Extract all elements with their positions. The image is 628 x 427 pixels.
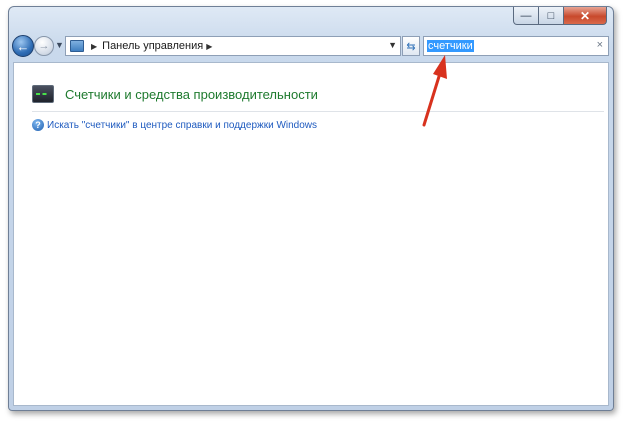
- close-button[interactable]: ✕: [564, 7, 607, 25]
- divider: [32, 111, 604, 112]
- explorer-window: — □ ✕ ← → ▼ ▶ Панель управления ▶ ▼ ⇆ сч…: [8, 6, 614, 411]
- results-pane: Счетчики и средства производительности ?…: [13, 62, 609, 406]
- help-search-link[interactable]: Искать "счетчики" в центре справки и под…: [47, 120, 317, 131]
- refresh-button[interactable]: ⇆: [402, 36, 420, 56]
- clear-search-icon[interactable]: ×: [597, 39, 603, 51]
- address-dropdown-icon[interactable]: ▼: [388, 40, 397, 50]
- breadcrumb-chevron-icon[interactable]: ▶: [206, 42, 212, 51]
- navigation-bar: ← → ▼ ▶ Панель управления ▶ ▼ ⇆ счетчики…: [9, 35, 613, 59]
- help-search-row[interactable]: ? Искать "счетчики" в центре справки и п…: [32, 119, 317, 131]
- address-bar[interactable]: ▶ Панель управления ▶ ▼: [65, 36, 401, 56]
- breadcrumb-control-panel[interactable]: Панель управления: [102, 40, 203, 52]
- help-icon: ?: [32, 119, 44, 131]
- performance-monitor-icon: [32, 85, 54, 103]
- forward-arrow-icon: →: [38, 40, 50, 52]
- maximize-button[interactable]: □: [539, 7, 564, 25]
- history-dropdown-icon[interactable]: ▼: [55, 40, 64, 50]
- search-input[interactable]: счетчики: [427, 40, 474, 52]
- minimize-button[interactable]: —: [513, 7, 539, 25]
- caption-buttons: — □ ✕: [513, 7, 607, 25]
- search-result-item[interactable]: Счетчики и средства производительности: [32, 85, 318, 103]
- back-arrow-icon: ←: [16, 38, 30, 54]
- forward-button[interactable]: →: [34, 36, 54, 56]
- refresh-icon: ⇆: [406, 40, 416, 53]
- search-box[interactable]: счетчики ×: [423, 36, 609, 56]
- result-title-link[interactable]: Счетчики и средства производительности: [65, 87, 318, 102]
- breadcrumb-chevron-icon[interactable]: ▶: [91, 42, 97, 51]
- control-panel-icon: [70, 40, 84, 52]
- back-button[interactable]: ←: [12, 35, 34, 57]
